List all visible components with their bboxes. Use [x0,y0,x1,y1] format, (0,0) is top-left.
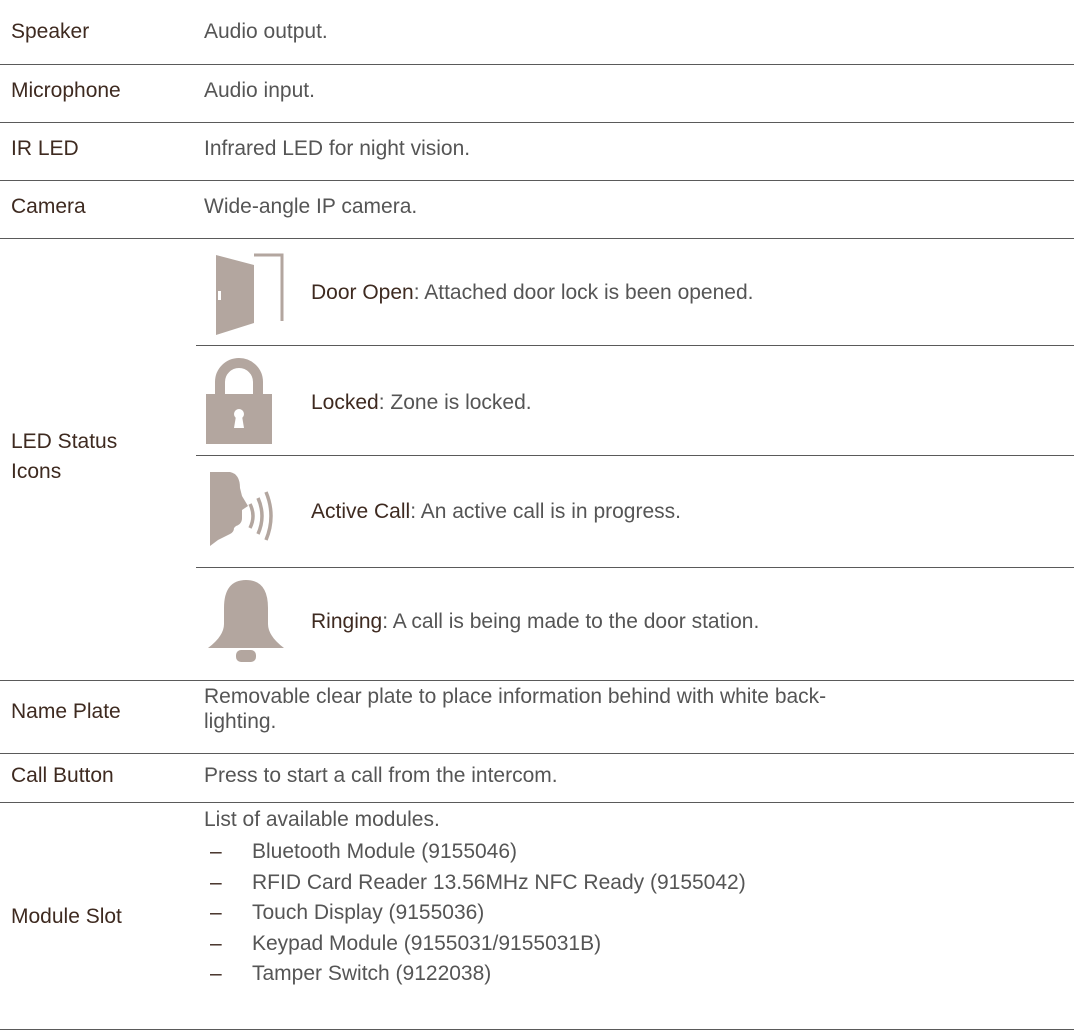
label-module-slot: Module Slot [11,905,122,928]
label-microphone: Microphone [11,79,121,102]
desc-name-plate: Removable clear plate to place informati… [204,685,827,733]
led-item-ringing: Ringing: A call is being made to the doo… [196,568,1074,681]
label-name-plate: Name Plate [11,700,121,723]
row-call-button: Call Button Press to start a call from t… [0,754,1074,803]
led-item-ringing-text: Ringing: A call is being made to the doo… [311,610,760,633]
led-item-active-call: Active Call: An active call is in progre… [196,456,1074,568]
desc-microphone: Audio input. [204,79,315,102]
bell-icon [208,580,284,662]
desc-call-button: Press to start a call from the intercom. [204,764,558,787]
module-slot-content: List of available modules. – Bluetooth Mo… [204,805,746,990]
list-item: – Keypad Module (9155031/9155031B) [210,931,602,955]
list-item: – RFID Card Reader 13.56MHz NFC Ready (91… [210,870,746,894]
module-list: – Bluetooth Module (9155046) – RFID Card R… [204,837,746,990]
list-item: – Bluetooth Module (9155046) [210,840,518,863]
led-item-locked: Locked: Zone is locked. [196,346,1074,456]
led-item-active-call-text: Active Call: An active call is in progre… [311,500,681,523]
door-open-icon [216,253,284,335]
speaking-head-icon [210,472,273,546]
row-module-slot: Module Slot List of available modules. –… [0,803,1074,1030]
list-item: – Touch Display (9155036) [210,901,485,924]
row-led-status-icons: LED Status Icons Door Open: Attached doo… [0,239,1074,681]
led-item-door-open: Door Open: Attached door lock is been op… [196,239,1074,346]
led-item-door-open-text: Door Open: Attached door lock is been op… [311,281,754,304]
label-ir-led: IR LED [11,137,79,160]
list-item: – Tamper Switch (9122038) [210,962,492,985]
row-camera: Camera Wide-angle IP camera. [0,181,1074,239]
desc-camera: Wide-angle IP camera. [204,195,418,218]
module-list-intro: List of available modules. [204,808,440,831]
row-name-plate: Name Plate Removable clear plate to plac… [0,681,1074,754]
led-item-locked-text: Locked: Zone is locked. [311,391,532,414]
row-ir-led: IR LED Infrared LED for night vision. [0,123,1074,181]
row-microphone: Microphone Audio input. [0,65,1074,123]
label-led-status: LED Status Icons [11,430,118,483]
desc-ir-led: Infrared LED for night vision. [204,137,471,160]
label-call-button: Call Button [11,764,114,787]
desc-speaker: Audio output. [204,20,328,43]
padlock-icon [206,358,272,444]
label-camera: Camera [11,195,86,218]
row-speaker: Speaker Audio output. [0,0,1074,65]
label-speaker: Speaker [11,20,90,43]
